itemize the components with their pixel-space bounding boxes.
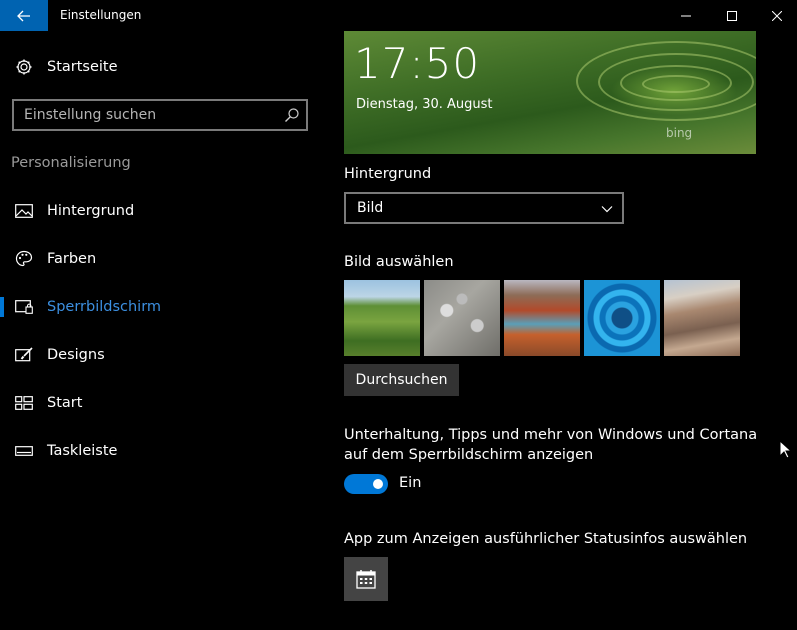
sidebar-item-start[interactable]: Start <box>0 383 324 423</box>
start-icon <box>14 393 34 413</box>
search-icon[interactable] <box>284 107 300 123</box>
taskbar-icon <box>14 441 34 461</box>
close-button[interactable] <box>754 0 797 31</box>
sidebar-item-hintergrund[interactable]: Hintergrund <box>0 191 324 231</box>
sidebar: Startseite Einstellung suchen Personalis… <box>0 31 324 630</box>
sidebar-item-home[interactable]: Startseite <box>0 47 324 87</box>
sidebar-item-designs[interactable]: Designs <box>0 335 324 375</box>
background-dropdown[interactable]: Bild <box>344 192 624 224</box>
bing-logo: bing <box>666 126 693 140</box>
back-button[interactable] <box>0 0 48 31</box>
browse-button[interactable]: Durchsuchen <box>344 364 459 396</box>
tips-toggle[interactable] <box>344 474 388 494</box>
background-label: Hintergrund <box>344 166 432 182</box>
thumbnail-dunes[interactable] <box>664 280 740 356</box>
maximize-icon <box>727 10 737 21</box>
image-icon <box>14 201 34 221</box>
thumbnail-green-terraces[interactable] <box>344 280 420 356</box>
sidebar-item-label: Taskleiste <box>47 443 118 459</box>
window-title: Einstellungen <box>60 8 142 22</box>
preview-time: 17:50 <box>354 39 481 88</box>
search-placeholder: Einstellung suchen <box>24 107 157 123</box>
title-bar: Einstellungen <box>0 0 797 31</box>
gear-icon <box>14 57 34 77</box>
thumbnail-blue-circle[interactable] <box>584 280 660 356</box>
lock-screen-preview: 17:50 Dienstag, 30. August bing <box>344 31 756 154</box>
chevron-down-icon <box>601 206 613 213</box>
sidebar-item-farben[interactable]: Farben <box>0 239 324 279</box>
sidebar-item-label: Sperrbildschirm <box>47 299 162 315</box>
status-app-label: App zum Anzeigen ausführlicher Statusinf… <box>344 531 748 547</box>
thumbnail-zebras[interactable] <box>424 280 500 356</box>
minimize-icon <box>681 15 691 16</box>
arrow-left-icon <box>17 10 30 21</box>
thumbnail-river-autumn[interactable] <box>504 280 580 356</box>
section-heading: Personalisierung <box>11 155 131 171</box>
selection-indicator <box>0 297 4 317</box>
palette-icon <box>14 249 34 269</box>
sidebar-item-sperrbildschirm[interactable]: Sperrbildschirm <box>0 287 324 327</box>
close-icon <box>772 10 782 21</box>
background-dropdown-value: Bild <box>357 200 384 216</box>
toggle-knob <box>373 479 383 489</box>
preview-date: Dienstag, 30. August <box>356 97 493 112</box>
mouse-cursor-icon <box>779 440 791 459</box>
sidebar-item-taskleiste[interactable]: Taskleiste <box>0 431 324 471</box>
maximize-button[interactable] <box>709 0 755 31</box>
tips-description: Unterhaltung, Tipps und mehr von Windows… <box>344 427 758 463</box>
calendar-icon <box>356 570 376 589</box>
sidebar-item-label: Hintergrund <box>47 203 135 219</box>
brush-icon <box>14 345 34 365</box>
sidebar-item-label: Designs <box>47 347 105 363</box>
picture-label: Bild auswählen <box>344 254 454 270</box>
search-input[interactable]: Einstellung suchen <box>12 99 308 131</box>
tips-toggle-state: Ein <box>399 475 422 491</box>
sidebar-item-label: Farben <box>47 251 97 267</box>
minimize-button[interactable] <box>663 0 709 31</box>
lock-screen-icon <box>14 297 34 317</box>
terrace-ring <box>642 75 710 93</box>
sidebar-item-label: Startseite <box>47 59 118 75</box>
sidebar-item-label: Start <box>47 395 83 411</box>
status-app-button[interactable] <box>344 557 388 601</box>
